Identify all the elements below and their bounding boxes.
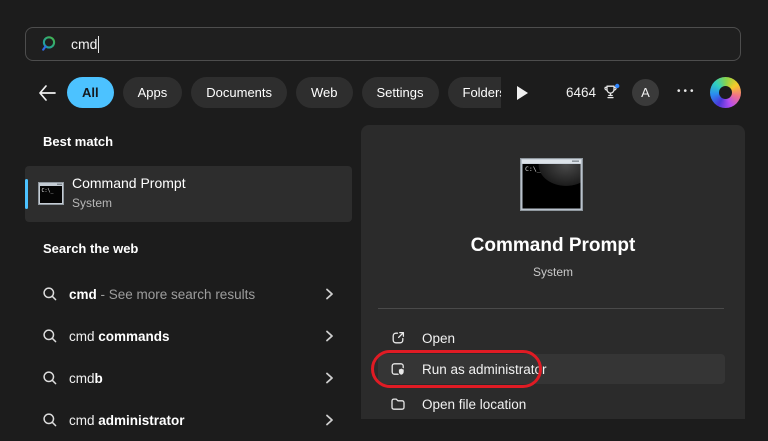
tab-settings[interactable]: Settings [362, 77, 439, 108]
tab-all[interactable]: All [67, 77, 114, 108]
tab-label: All [82, 85, 99, 100]
suggestion-tail: - See more search results [97, 287, 255, 302]
search-input[interactable]: cmd [71, 36, 97, 52]
preview-title: Command Prompt [361, 235, 745, 257]
folder-icon [390, 396, 406, 412]
suggestion-bold: administrator [98, 413, 184, 428]
tab-label: Web [311, 85, 338, 100]
selection-accent-bar [25, 179, 28, 209]
preview-panel: C:\_ Command Prompt System Open Run as a… [361, 125, 745, 419]
action-run-as-administrator[interactable]: Run as administrator [378, 354, 725, 384]
tab-label: Apps [138, 85, 168, 100]
tab-folders[interactable]: Folders [448, 77, 502, 108]
best-match-header: Best match [43, 134, 113, 149]
more-options-icon[interactable]: ••• [677, 86, 697, 97]
web-suggestion-row[interactable]: cmd - See more search results [25, 273, 352, 315]
chevron-right-icon[interactable] [323, 330, 335, 342]
svg-text:C:\_: C:\_ [42, 188, 55, 194]
tab-apps[interactable]: Apps [123, 77, 183, 108]
open-icon [390, 330, 406, 346]
suggestion-bold: commands [98, 329, 169, 344]
suggestion-text: cmd administrator [69, 413, 185, 428]
web-suggestion-row[interactable]: cmd commands [25, 315, 352, 357]
avatar-initial: A [641, 85, 650, 100]
action-label: Run as administrator [422, 362, 547, 377]
best-match-title: Command Prompt [72, 175, 186, 191]
search-glyph-icon [42, 412, 58, 428]
text-caret [98, 36, 99, 53]
suggestion-lead: cmd [69, 371, 95, 386]
search-glyph-icon [42, 286, 58, 302]
suggestion-text: cmd commands [69, 329, 170, 344]
search-icon [41, 35, 59, 53]
back-button[interactable] [36, 83, 58, 103]
web-suggestion-row[interactable]: cmdb [25, 357, 352, 399]
rewards-trophy-icon[interactable] [601, 83, 621, 102]
suggestion-text: cmd - See more search results [69, 287, 255, 302]
copilot-icon[interactable] [710, 77, 741, 108]
chevron-right-icon[interactable] [323, 288, 335, 300]
best-match-result[interactable]: C:\_ Command Prompt System [25, 166, 352, 222]
action-open-file-location[interactable]: Open file location [378, 389, 725, 419]
search-glyph-icon [42, 328, 58, 344]
tab-label: Folders [463, 85, 502, 100]
action-label: Open [422, 331, 455, 346]
suggestion-bold: cmd [69, 287, 97, 302]
chevron-right-icon[interactable] [323, 414, 335, 426]
best-match-subtitle: System [72, 196, 112, 210]
action-label: Open file location [422, 397, 526, 412]
web-suggestion-row[interactable]: cmd administrator [25, 399, 352, 441]
preview-subtitle: System [361, 265, 745, 279]
tab-web[interactable]: Web [296, 77, 353, 108]
admin-shield-icon [390, 361, 406, 377]
cmd-app-icon: C:\_ [38, 182, 64, 205]
suggestion-lead: cmd [69, 329, 98, 344]
account-avatar[interactable]: A [632, 79, 659, 106]
svg-text:C:\_: C:\_ [525, 165, 541, 173]
search-bar[interactable]: cmd [25, 27, 741, 61]
tab-label: Settings [377, 85, 424, 100]
cmd-app-icon-large: C:\_ [520, 158, 583, 211]
action-open[interactable]: Open [378, 323, 725, 353]
filter-bar: All Apps Documents Web Settings Folders … [0, 77, 768, 109]
search-glyph-icon [42, 370, 58, 386]
tab-documents[interactable]: Documents [191, 77, 287, 108]
suggestion-lead: cmd [69, 413, 98, 428]
scroll-tabs-right-icon[interactable] [517, 86, 528, 100]
divider [378, 308, 724, 309]
chevron-right-icon[interactable] [323, 372, 335, 384]
tab-label: Documents [206, 85, 272, 100]
suggestion-bold: b [95, 371, 103, 386]
search-web-header: Search the web [43, 241, 138, 256]
rewards-points: 6464 [552, 85, 596, 100]
filter-tabs: All Apps Documents Web Settings Folders … [67, 77, 501, 109]
suggestion-text: cmdb [69, 371, 103, 386]
